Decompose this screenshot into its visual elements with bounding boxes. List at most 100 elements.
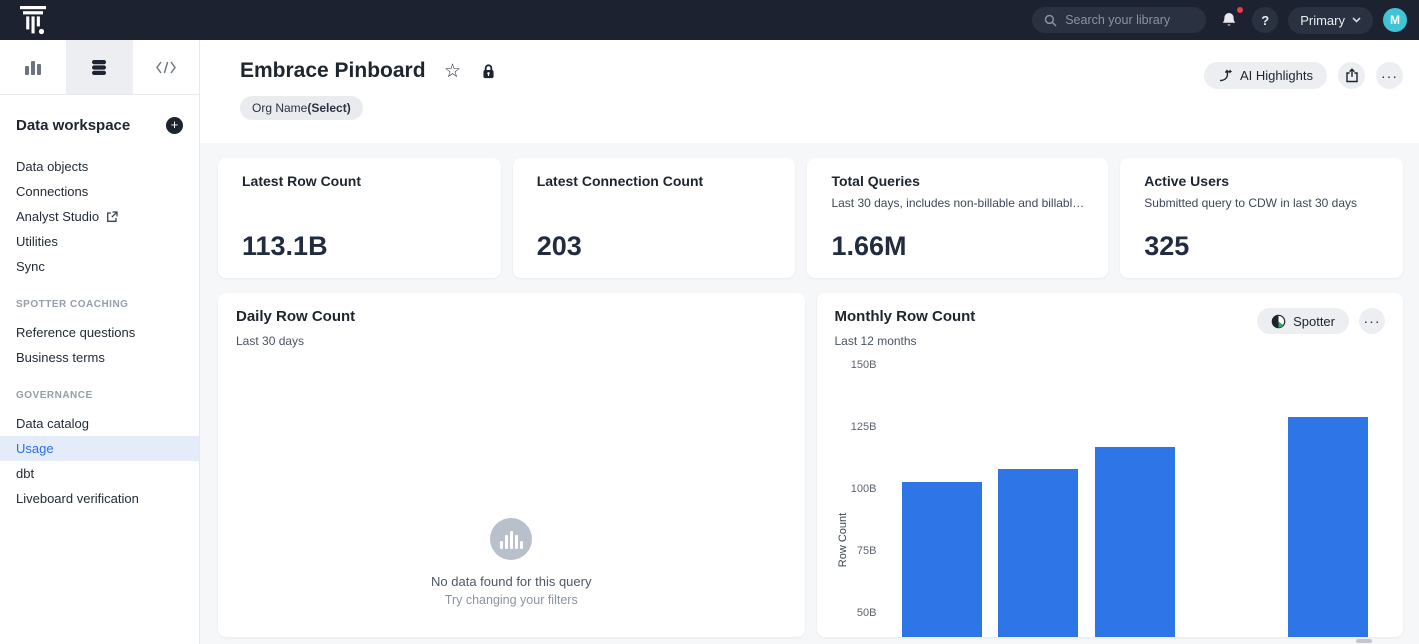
sidebar-item-analyst-studio[interactable]: Analyst Studio <box>0 204 199 229</box>
y-axis-label: Row Count <box>837 505 851 575</box>
kpi-title: Active Users <box>1144 173 1379 189</box>
chip-text-bold: (Select) <box>307 101 350 115</box>
bar-month-5[interactable] <box>1288 417 1368 637</box>
card-title: Daily Row Count <box>236 308 355 325</box>
library-search-input[interactable]: Search your library <box>1032 7 1206 33</box>
kpi-row: Latest Row Count 113.1B Latest Connectio… <box>218 158 1403 278</box>
main-area: Embrace Pinboard ☆ Org N <box>200 40 1419 644</box>
database-icon <box>91 59 107 76</box>
sidebar-item-label: Reference questions <box>16 325 135 340</box>
sidebar-nav: Data objects Connections Analyst Studio … <box>0 154 199 511</box>
bar-month-2[interactable] <box>998 469 1078 637</box>
org-switcher-button[interactable]: Primary <box>1288 7 1373 34</box>
bell-icon <box>1220 11 1238 29</box>
workspace-title: Data workspace <box>16 117 130 134</box>
external-link-icon <box>106 211 118 223</box>
sidebar-item-reference-questions[interactable]: Reference questions <box>0 320 199 345</box>
tab-developer[interactable] <box>133 40 199 94</box>
sidebar-item-label: Data objects <box>16 159 88 174</box>
tab-insights[interactable] <box>0 40 66 94</box>
kpi-value: 113.1B <box>242 231 477 262</box>
sidebar-item-connections[interactable]: Connections <box>0 179 199 204</box>
more-options-button[interactable]: ··· <box>1376 62 1403 89</box>
share-button[interactable] <box>1338 62 1365 89</box>
ai-highlights-button[interactable]: AI Highlights <box>1204 62 1327 89</box>
sidebar-item-dbt[interactable]: dbt <box>0 461 199 486</box>
page-title: Embrace Pinboard <box>240 59 426 83</box>
y-axis-tick: 150B <box>821 359 877 371</box>
card-title: Monthly Row Count <box>835 308 976 325</box>
monthly-row-count-card[interactable]: Monthly Row Count Last 12 months <box>817 293 1404 637</box>
y-axis-tick: 125B <box>821 421 877 433</box>
section-label-governance: GOVERNANCE <box>0 390 199 401</box>
notification-badge <box>1235 5 1245 15</box>
sidebar-item-data-catalog[interactable]: Data catalog <box>0 411 199 436</box>
chevron-down-icon <box>1352 17 1361 23</box>
sidebar-item-label: Usage <box>16 441 54 456</box>
tab-data[interactable] <box>66 40 132 94</box>
sidebar-item-label: Utilities <box>16 234 58 249</box>
empty-state: No data found for this query Try changin… <box>218 518 805 607</box>
sidebar-item-label: Data catalog <box>16 416 89 431</box>
bar-chart-icon <box>24 59 42 75</box>
chart-row: Daily Row Count Last 30 days No data fou… <box>218 293 1403 637</box>
empty-chart-icon <box>490 518 532 560</box>
org-filter-chip[interactable]: Org Name (Select) <box>240 96 363 120</box>
kpi-subtitle: Submitted query to CDW in last 30 days <box>1144 196 1379 210</box>
kpi-title: Latest Connection Count <box>537 173 772 189</box>
spotter-label: Spotter <box>1293 314 1335 329</box>
liveboard-header: Embrace Pinboard ☆ Org N <box>200 40 1419 143</box>
code-icon <box>156 61 176 74</box>
kpi-card-latest-connection-count[interactable]: Latest Connection Count 203 <box>513 158 796 278</box>
lock-icon <box>481 63 496 80</box>
spotter-button[interactable]: Spotter <box>1257 308 1349 334</box>
sidebar-item-sync[interactable]: Sync <box>0 254 199 279</box>
sidebar-item-usage[interactable]: Usage <box>0 436 199 461</box>
kpi-subtitle: Last 30 days, includes non-billable and … <box>831 196 1084 210</box>
favorite-button[interactable]: ☆ <box>440 58 466 84</box>
kpi-title: Total Queries <box>831 173 1084 189</box>
kpi-value: 325 <box>1144 231 1379 262</box>
sidebar-item-label: Business terms <box>16 350 105 365</box>
kpi-card-latest-row-count[interactable]: Latest Row Count 113.1B <box>218 158 501 278</box>
user-avatar[interactable]: M <box>1383 8 1407 32</box>
y-axis-tick: 75B <box>821 545 877 557</box>
sidebar-item-label: Connections <box>16 184 88 199</box>
org-switcher-label: Primary <box>1300 13 1345 28</box>
spotter-logo-icon <box>1271 314 1286 329</box>
ai-sparkle-icon <box>1218 68 1233 83</box>
bar-month-3[interactable] <box>1095 447 1175 637</box>
help-button[interactable]: ? <box>1252 7 1278 33</box>
card-more-options-button[interactable]: ··· <box>1359 308 1385 334</box>
permissions-button[interactable] <box>476 58 502 84</box>
sidebar-item-liveboard-verification[interactable]: Liveboard verification <box>0 486 199 511</box>
ai-highlights-label: AI Highlights <box>1240 68 1313 83</box>
daily-row-count-card[interactable]: Daily Row Count Last 30 days No data fou… <box>218 293 805 637</box>
ellipsis-icon: ··· <box>1381 68 1398 84</box>
liveboard-content: Latest Row Count 113.1B Latest Connectio… <box>200 143 1419 644</box>
sidebar-item-business-terms[interactable]: Business terms <box>0 345 199 370</box>
add-button[interactable]: + <box>166 117 183 134</box>
kpi-card-total-queries[interactable]: Total Queries Last 30 days, includes non… <box>807 158 1108 278</box>
horizontal-scrollbar-thumb[interactable] <box>1356 639 1372 643</box>
section-label-spotter-coaching: SPOTTER COACHING <box>0 299 199 310</box>
sidebar-item-data-objects[interactable]: Data objects <box>0 154 199 179</box>
bar-month-1[interactable] <box>902 482 982 637</box>
sidebar-item-utilities[interactable]: Utilities <box>0 229 199 254</box>
topbar: Search your library ? Primary M <box>0 0 1419 40</box>
y-axis-tick: 50B <box>821 607 877 619</box>
kpi-card-active-users[interactable]: Active Users Submitted query to CDW in l… <box>1120 158 1403 278</box>
kpi-value: 1.66M <box>831 231 1084 262</box>
sidebar-item-label: dbt <box>16 466 34 481</box>
star-icon: ☆ <box>444 62 461 81</box>
chip-text: Org Name <box>252 101 307 115</box>
sidebar-tabs <box>0 40 199 95</box>
y-axis-tick: 100B <box>821 483 877 495</box>
empty-state-subtitle: Try changing your filters <box>445 593 578 607</box>
sidebar-item-label: Analyst Studio <box>16 209 99 224</box>
notifications-button[interactable] <box>1216 7 1242 33</box>
ellipsis-icon: ··· <box>1364 313 1381 329</box>
sidebar-item-label: Sync <box>16 259 45 274</box>
sidebar: Data workspace + Data objects Connection… <box>0 40 200 644</box>
thoughtspot-logo-icon[interactable] <box>18 4 48 36</box>
